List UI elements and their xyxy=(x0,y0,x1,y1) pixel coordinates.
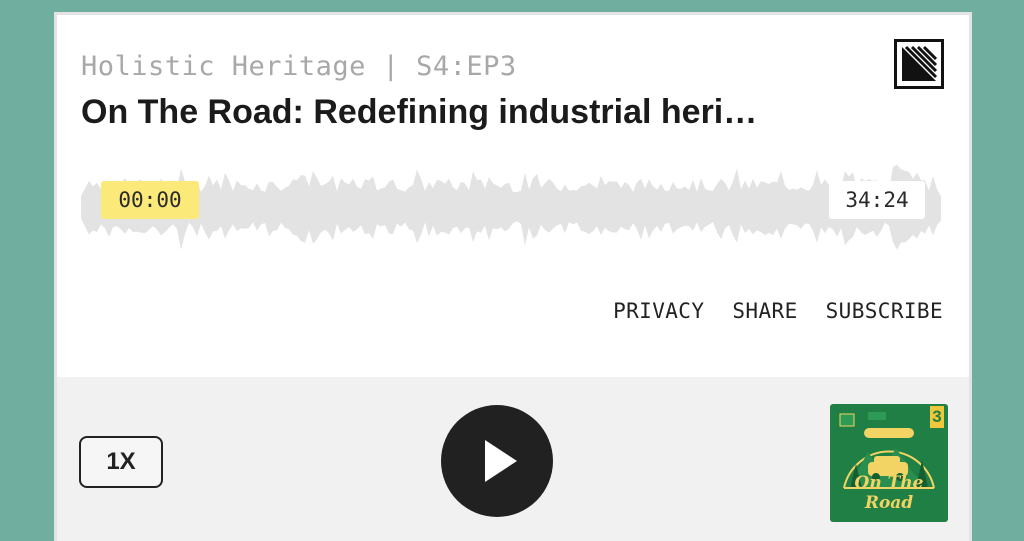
player-links: PRIVACY SHARE SUBSCRIBE xyxy=(613,299,943,323)
podcast-player-card: Holistic Heritage | S4:EP3 On The Road: … xyxy=(54,12,972,541)
audio-waveform-scrubber[interactable] xyxy=(81,158,943,258)
subscribe-link[interactable]: SUBSCRIBE xyxy=(826,299,943,323)
cover-title-text: On The Road xyxy=(854,473,924,513)
episode-title: On The Road: Redefining industrial heri… xyxy=(81,93,758,131)
play-icon xyxy=(485,440,517,482)
podcast-platform-logo-icon[interactable] xyxy=(894,39,944,89)
current-time-badge: 00:00 xyxy=(101,181,199,219)
privacy-link[interactable]: PRIVACY xyxy=(613,299,704,323)
cover-episode-number: 3 xyxy=(930,406,944,428)
playback-speed-button[interactable]: 1X xyxy=(79,436,163,488)
player-controls-bar: 1X 3 On The Road xyxy=(57,377,969,541)
play-button[interactable] xyxy=(441,405,553,517)
share-link[interactable]: SHARE xyxy=(732,299,797,323)
player-top-panel: Holistic Heritage | S4:EP3 On The Road: … xyxy=(57,15,969,377)
show-and-episode-label: Holistic Heritage | S4:EP3 xyxy=(81,51,517,82)
podcast-cover-art: 3 On The Road xyxy=(830,404,948,522)
total-duration-badge: 34:24 xyxy=(829,181,925,219)
